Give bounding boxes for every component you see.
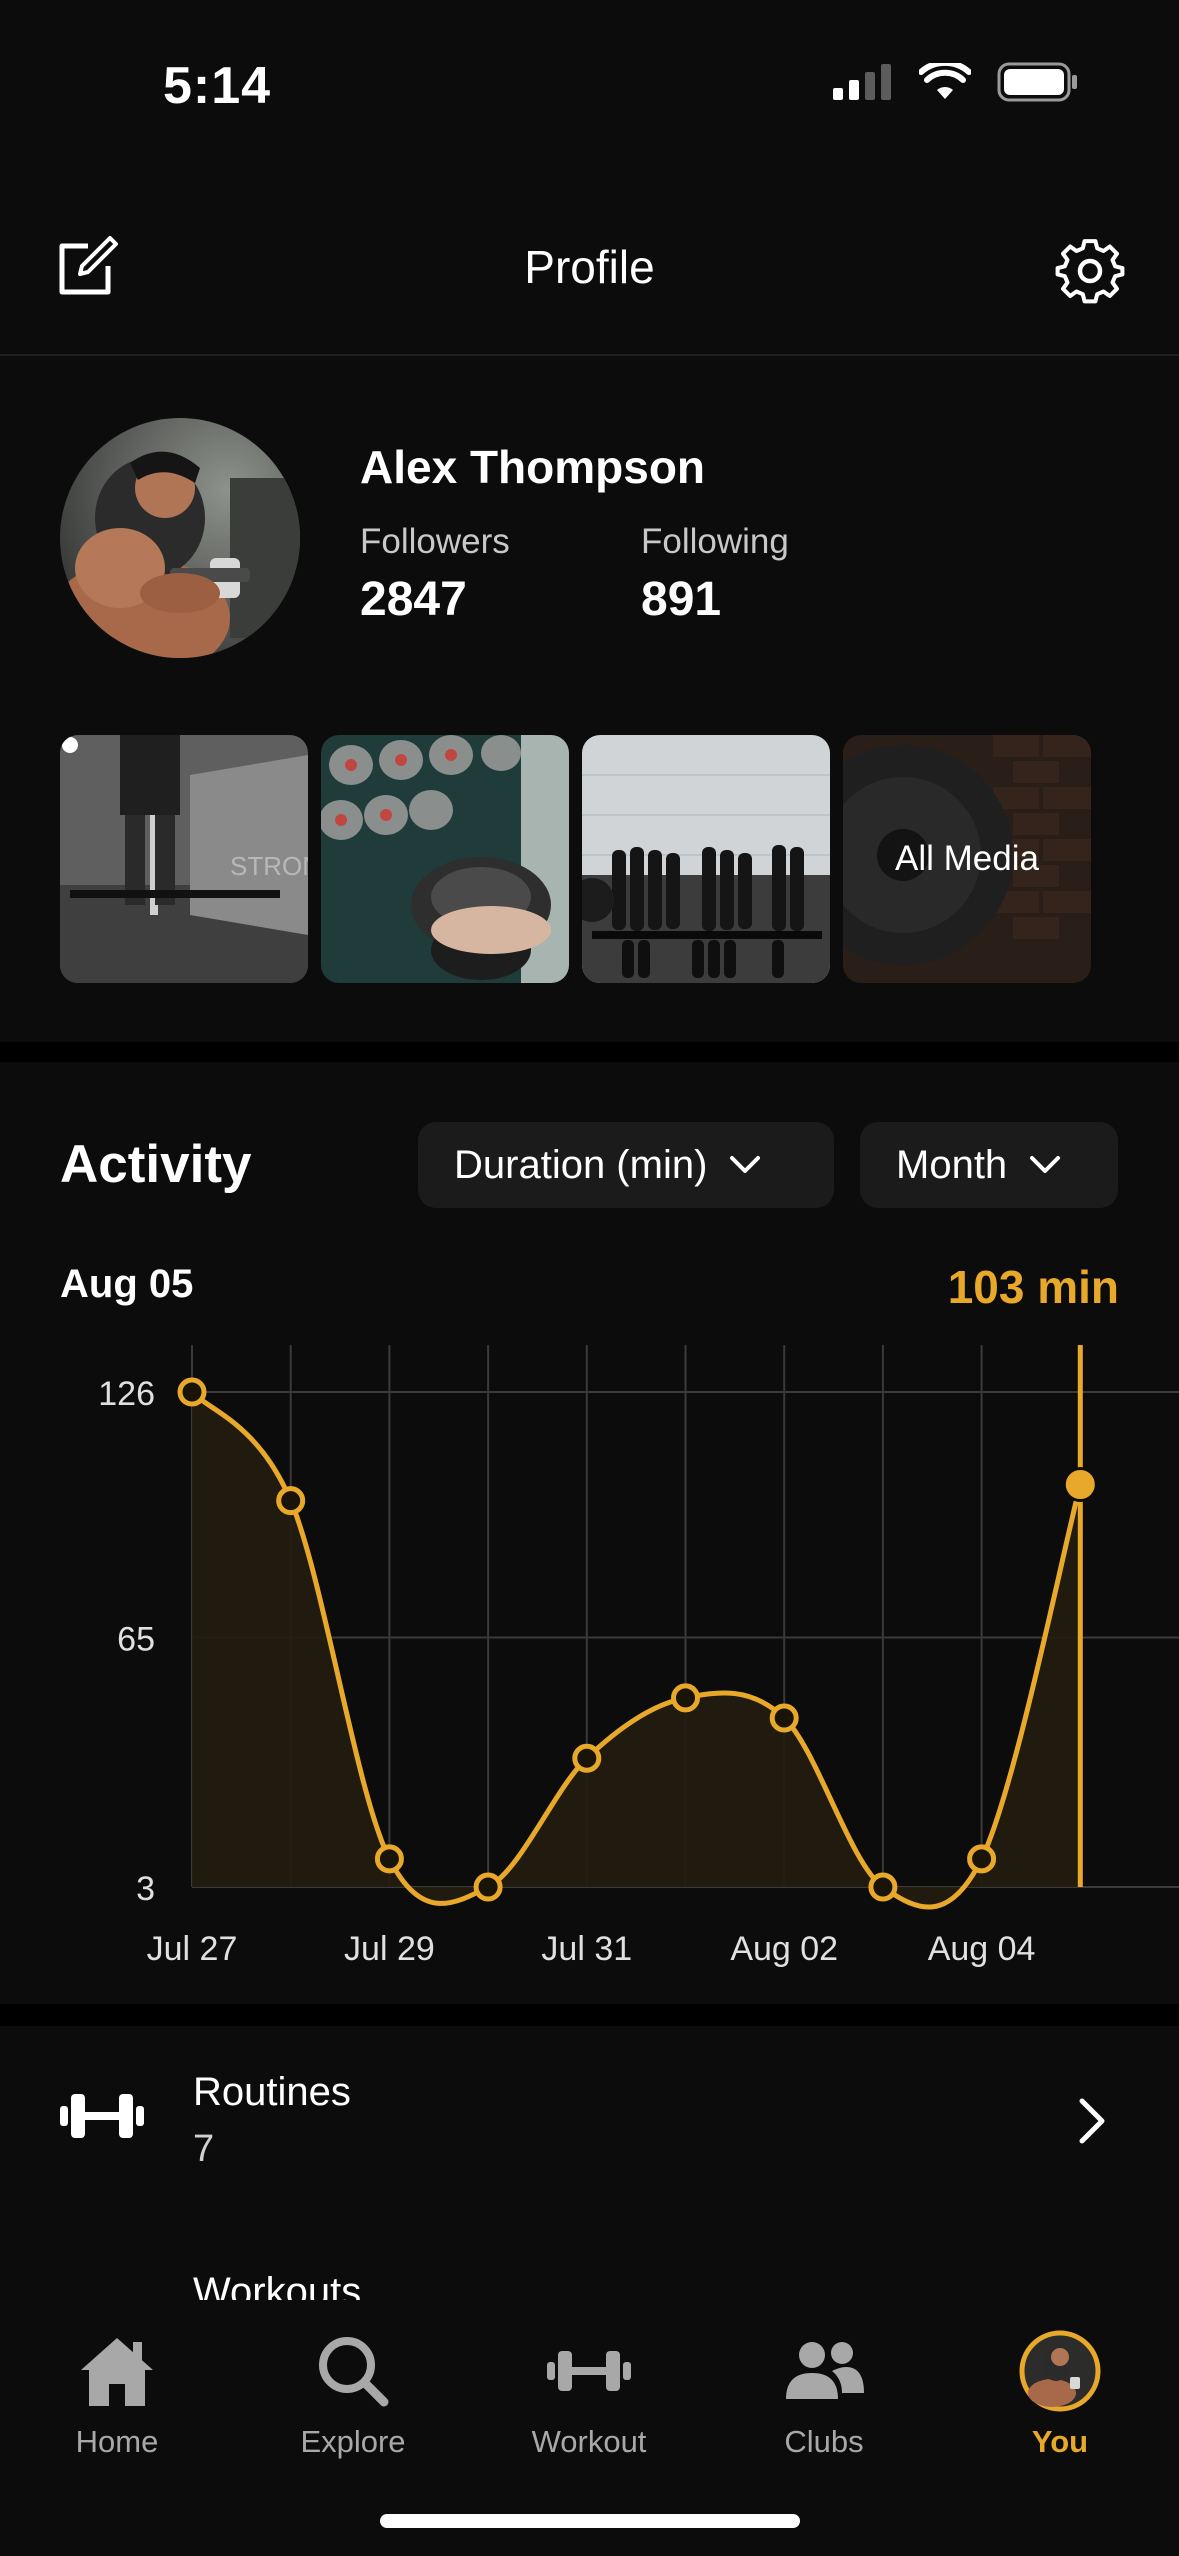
selected-date: Aug 05 <box>60 1262 194 1306</box>
profile-screen: 5:14 Profile Alex Thompson Followers 284… <box>0 0 1179 2556</box>
data-point <box>276 1486 306 1516</box>
data-point-selected <box>1062 1467 1098 1503</box>
data-point <box>769 1703 799 1733</box>
y-tick-label: 3 <box>136 1870 155 1908</box>
period-dropdown[interactable]: Month <box>860 1122 1118 1208</box>
tab-you[interactable]: You <box>960 2326 1160 2460</box>
battery-icon <box>997 62 1077 102</box>
all-media-label: All Media <box>895 839 1039 878</box>
user-avatar-icon <box>1019 2330 1101 2412</box>
x-tick-label: Aug 04 <box>928 1930 1036 1968</box>
status-icons <box>833 62 1079 102</box>
tab-you-label: You <box>1031 2424 1089 2459</box>
section-separator <box>0 2004 1179 2026</box>
settings-button[interactable] <box>1053 232 1127 306</box>
top-nav-bar: Profile <box>0 210 1179 330</box>
media-thumbnail-2[interactable] <box>321 735 569 983</box>
followers-count: 2847 <box>360 573 467 626</box>
x-tick-label: Jul 31 <box>541 1930 632 1968</box>
page-title: Profile <box>524 241 655 293</box>
cellular-signal-icon <box>833 64 891 100</box>
data-point <box>177 1377 207 1407</box>
media-thumbnail-3[interactable] <box>582 735 830 983</box>
tab-explore-label: Explore <box>300 2424 406 2459</box>
home-icon <box>81 2338 153 2406</box>
tab-home-label: Home <box>75 2424 159 2459</box>
following-label: Following <box>641 522 789 561</box>
tab-clubs-label: Clubs <box>784 2424 864 2459</box>
gym-floor-photo: STRONG <box>60 735 308 983</box>
tab-explore[interactable]: Explore <box>253 2326 453 2460</box>
data-point <box>868 1872 898 1902</box>
dumbbell-rack-photo <box>321 735 569 983</box>
data-point <box>967 1844 997 1874</box>
chevron-down-icon <box>730 1156 761 1173</box>
media-thumbnails: STRONG <box>60 735 1091 983</box>
people-icon <box>786 2342 864 2399</box>
media-thumbnail-1[interactable]: STRONG <box>60 735 308 983</box>
y-tick-label: 126 <box>98 1375 155 1413</box>
followers-stat[interactable]: Followers 2847 <box>360 522 510 627</box>
status-time: 5:14 <box>163 57 272 115</box>
activity-chart[interactable]: 126 65 3 Jul 27 Jul 29 Jul 31 Aug 02 Aug 04 <box>0 1320 1179 1980</box>
header-divider <box>0 354 1179 356</box>
following-count: 891 <box>641 573 722 626</box>
data-point <box>671 1683 700 1713</box>
profile-name: Alex Thompson <box>360 441 706 493</box>
metric-dropdown-label: Duration (min) <box>454 1142 708 1187</box>
following-stat[interactable]: Following 891 <box>641 522 789 627</box>
weight-plates-photo <box>582 735 830 983</box>
metric-dropdown[interactable]: Duration (min) <box>418 1122 834 1208</box>
y-tick-label: 65 <box>117 1620 155 1658</box>
data-point <box>572 1743 602 1773</box>
routines-count: 7 <box>193 2128 215 2170</box>
home-indicator <box>380 2514 800 2528</box>
avatar-photo <box>60 418 300 658</box>
followers-label: Followers <box>360 522 510 561</box>
profile-avatar[interactable] <box>60 418 300 658</box>
dumbbell-icon <box>60 2086 144 2151</box>
series-area <box>192 1392 1081 1908</box>
search-icon <box>319 2337 389 2407</box>
tab-workout[interactable]: Workout <box>489 2326 689 2460</box>
tab-home[interactable]: Home <box>17 2326 217 2460</box>
chevron-down-icon <box>1030 1156 1061 1173</box>
all-media-button[interactable]: All Media <box>843 735 1091 983</box>
activity-title: Activity <box>60 1135 252 1194</box>
routines-title: Routines <box>193 2070 351 2114</box>
routines-row[interactable]: Routines 7 <box>0 2046 1179 2206</box>
section-separator <box>0 1042 1179 1062</box>
data-point <box>374 1844 404 1874</box>
x-tick-label: Aug 02 <box>730 1930 838 1968</box>
tab-clubs[interactable]: Clubs <box>724 2326 924 2460</box>
selected-value: 103 min <box>947 1261 1119 1313</box>
tab-workout-label: Workout <box>531 2424 647 2459</box>
x-tick-label: Jul 29 <box>344 1930 435 1968</box>
chevron-right-icon <box>1077 2096 1107 2151</box>
wifi-icon <box>919 63 971 99</box>
period-dropdown-label: Month <box>896 1142 1008 1187</box>
wall-lettering: STRONG <box>230 851 308 881</box>
dumbbell-icon <box>547 2351 631 2391</box>
data-point <box>473 1872 503 1902</box>
gear-icon <box>1055 239 1125 304</box>
x-tick-label: Jul 27 <box>147 1930 238 1968</box>
